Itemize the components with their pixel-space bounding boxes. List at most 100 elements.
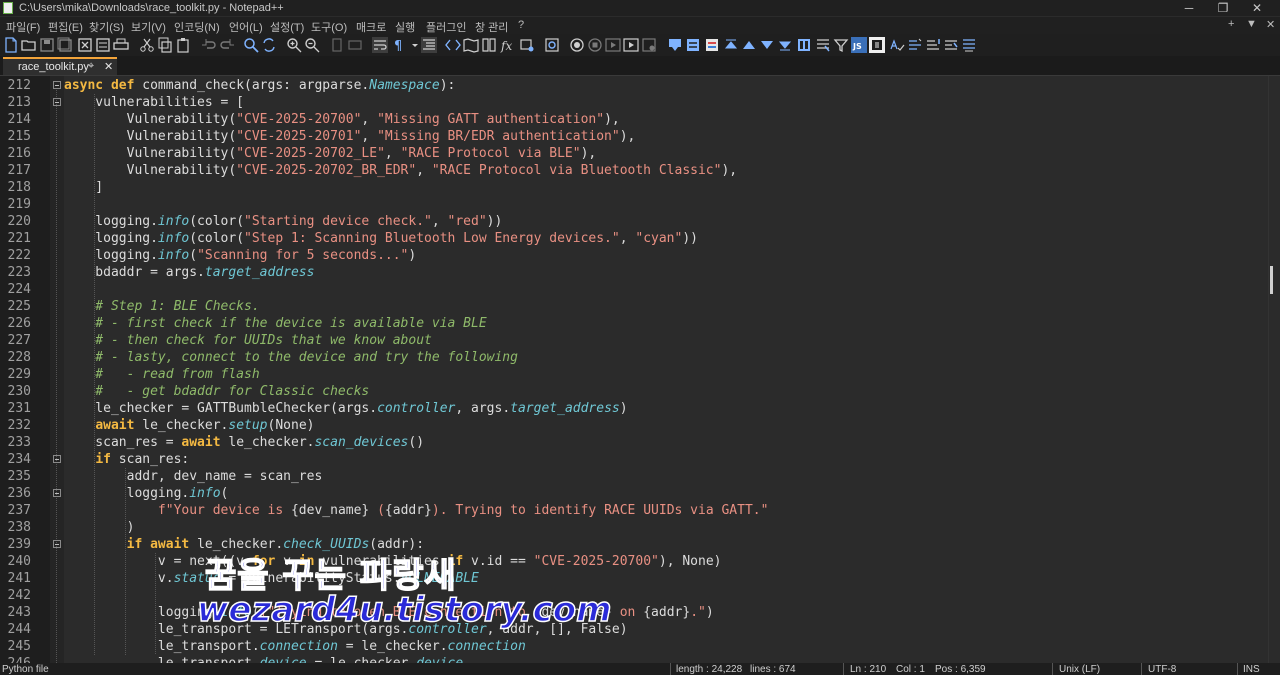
tab-close-icon[interactable]: ✕	[104, 60, 113, 73]
record-macro-icon[interactable]	[569, 37, 585, 53]
text-tools-icon[interactable]	[907, 37, 923, 53]
code-line[interactable]: 243 logging.info(f"Trying to open BLE co…	[0, 604, 1268, 621]
menu-run[interactable]: 실행	[395, 19, 415, 35]
run-macro-multiple-icon[interactable]	[623, 37, 639, 53]
code-line[interactable]: 241 v.status = VulnerabilityStatus.VULNE…	[0, 570, 1268, 587]
code-line[interactable]: 213 vulnerabilities = [	[0, 94, 1268, 111]
code-line[interactable]: 237 f"Your device is {dev_name} ({addr})…	[0, 502, 1268, 519]
menu-macro[interactable]: 매크로	[356, 19, 386, 35]
new-file-icon[interactable]	[3, 37, 19, 53]
copy-icon[interactable]	[157, 37, 173, 53]
code-line[interactable]: 229 # - read from flash	[0, 366, 1268, 383]
menu-edit[interactable]: 편집(E)	[48, 19, 83, 35]
code-line[interactable]: 219	[0, 196, 1268, 213]
user-defined-language-icon[interactable]	[445, 37, 461, 53]
bookmark-down-icon[interactable]	[667, 37, 683, 53]
word-wrap-icon[interactable]	[372, 37, 388, 53]
code-line[interactable]: 216 Vulnerability("CVE-2025-20702_LE", "…	[0, 145, 1268, 162]
code-line[interactable]: 218 ]	[0, 179, 1268, 196]
code-line[interactable]: 246 le_transport.device = le_checker.dev…	[0, 655, 1268, 663]
code-line[interactable]: 228 # - lasty, connect to the device and…	[0, 349, 1268, 366]
fold-toggle-icon[interactable]	[53, 81, 61, 89]
fold-toggle-icon[interactable]	[53, 98, 61, 106]
add-tab-button[interactable]: +	[1228, 18, 1234, 30]
compare-options-icon[interactable]	[796, 37, 812, 53]
first-difference-icon[interactable]	[723, 37, 739, 53]
clear-compare-icon[interactable]	[815, 37, 831, 53]
json-viewer-icon[interactable]	[869, 37, 885, 53]
code-line[interactable]: 225 # Step 1: BLE Checks.	[0, 298, 1268, 315]
tab-list-dropdown[interactable]: ▼	[1246, 18, 1257, 30]
menu-search[interactable]: 찾기(S)	[89, 19, 124, 35]
function-list-icon[interactable]: fx	[499, 37, 515, 53]
menu-view[interactable]: 보기(V)	[131, 19, 166, 35]
code-line[interactable]: 236 logging.info(	[0, 485, 1268, 502]
filter-icon[interactable]	[833, 37, 849, 53]
cut-icon[interactable]	[139, 37, 155, 53]
menu-help[interactable]: ?	[518, 19, 524, 31]
zoom-out-icon[interactable]	[304, 37, 320, 53]
folder-as-workspace-icon[interactable]	[519, 37, 535, 53]
code-line[interactable]: 234 if scan_res:	[0, 451, 1268, 468]
save-icon[interactable]	[39, 37, 55, 53]
code-line[interactable]: 214 Vulnerability("CVE-2025-20700", "Mis…	[0, 111, 1268, 128]
scrollbar-thumb[interactable]	[1270, 266, 1273, 294]
stop-recording-icon[interactable]	[587, 37, 603, 53]
previous-difference-icon[interactable]	[741, 37, 757, 53]
show-all-characters-icon[interactable]: ¶	[391, 37, 407, 53]
status-insert-mode[interactable]: INS	[1243, 664, 1260, 675]
hex-editor-icon[interactable]	[961, 37, 977, 53]
menu-language[interactable]: 언어(L)	[229, 19, 263, 35]
find-icon[interactable]	[243, 37, 259, 53]
spell-check-icon[interactable]	[889, 37, 905, 53]
javascript-icon[interactable]: JS	[851, 37, 867, 53]
code-line[interactable]: 244 le_transport = LETransport(args.cont…	[0, 621, 1268, 638]
indent-guide-icon[interactable]	[421, 37, 437, 53]
fold-toggle-icon[interactable]	[53, 489, 61, 497]
menu-plugins[interactable]: 플러그인	[426, 19, 466, 35]
menu-tools[interactable]: 도구(O)	[311, 19, 347, 35]
chevron-down-icon[interactable]	[407, 37, 418, 53]
close-all-icon[interactable]	[95, 37, 111, 53]
minimize-button[interactable]: ─	[1172, 0, 1206, 16]
document-map-icon[interactable]	[463, 37, 479, 53]
undo-icon[interactable]	[201, 37, 217, 53]
code-line[interactable]: 212 async def command_check(args: argpars…	[0, 77, 1268, 94]
code-line[interactable]: 217 Vulnerability("CVE-2025-20702_BR_EDR…	[0, 162, 1268, 179]
menu-file[interactable]: 파일(F)	[6, 19, 40, 35]
code-line[interactable]: 230 # - get bdaddr for Classic checks	[0, 383, 1268, 400]
fold-toggle-icon[interactable]	[53, 455, 61, 463]
last-difference-icon[interactable]	[777, 37, 793, 53]
close-document-button[interactable]: ✕	[1266, 18, 1275, 31]
menu-window[interactable]: 창 관리	[475, 19, 508, 35]
menu-settings[interactable]: 설정(T)	[270, 19, 304, 35]
code-line[interactable]: 215 Vulnerability("CVE-2025-20701", "Mis…	[0, 128, 1268, 145]
replace-icon[interactable]	[261, 37, 277, 53]
code-line[interactable]: 221 logging.info(color("Step 1: Scanning…	[0, 230, 1268, 247]
trim-lines-icon[interactable]	[943, 37, 959, 53]
code-line[interactable]: 227 # - then check for UUIDs that we kno…	[0, 332, 1268, 349]
code-editor[interactable]: 212 async def command_check(args: argpars…	[0, 76, 1280, 663]
next-difference-icon[interactable]	[759, 37, 775, 53]
open-file-icon[interactable]	[21, 37, 37, 53]
vertical-scrollbar[interactable]	[1268, 76, 1280, 663]
close-window-button[interactable]: ✕	[1240, 0, 1274, 16]
pin-icon[interactable]: ⌖	[88, 60, 94, 73]
code-line[interactable]: 238 )	[0, 519, 1268, 536]
save-macro-icon[interactable]	[641, 37, 657, 53]
close-icon[interactable]	[77, 37, 93, 53]
code-line[interactable]: 235 addr, dev_name = scan_res	[0, 468, 1268, 485]
code-line[interactable]: 240 v = next((v for v in vulnerabilities…	[0, 553, 1268, 570]
sync-horizontal-icon[interactable]	[347, 37, 363, 53]
zoom-in-icon[interactable]	[286, 37, 302, 53]
code-line[interactable]: 242	[0, 587, 1268, 604]
code-line[interactable]: 231 le_checker = GATTBumbleChecker(args.…	[0, 400, 1268, 417]
status-encoding[interactable]: UTF-8	[1148, 664, 1176, 675]
sync-vertical-icon[interactable]	[329, 37, 345, 53]
code-line[interactable]: 223 bdaddr = args.target_address	[0, 264, 1268, 281]
save-all-icon[interactable]	[57, 37, 73, 53]
code-line[interactable]: 239 if await le_checker.check_UUIDs(addr…	[0, 536, 1268, 553]
code-line[interactable]: 233 scan_res = await le_checker.scan_dev…	[0, 434, 1268, 451]
compare-icon[interactable]	[685, 37, 701, 53]
code-line[interactable]: 232 await le_checker.setup(None)	[0, 417, 1268, 434]
